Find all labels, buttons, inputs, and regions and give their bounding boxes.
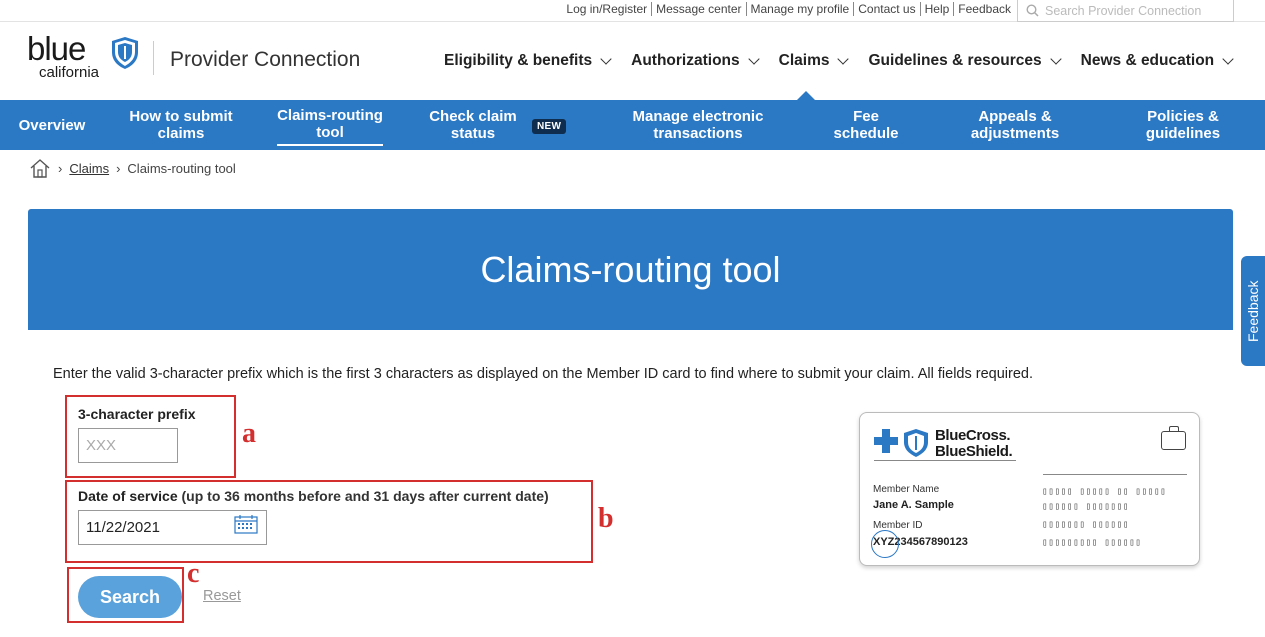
feedback-link[interactable]: Feedback [953, 2, 1015, 16]
reset-link[interactable]: Reset [203, 588, 241, 604]
member-id-label: Member ID [873, 520, 923, 531]
search-button[interactable]: Search [78, 576, 182, 618]
instructions-text: Enter the valid 3-character prefix which… [53, 366, 1033, 382]
nav-label: Guidelines & resources [868, 52, 1042, 69]
subnav-check-claim-status[interactable]: Check claim status [420, 100, 526, 150]
feedback-tab-label: Feedback [1245, 280, 1261, 342]
breadcrumb-claims-link[interactable]: Claims [69, 161, 109, 176]
nav-guidelines-resources[interactable]: Guidelines & resources [868, 52, 1062, 70]
contact-us-link[interactable]: Contact us [853, 2, 919, 16]
subnav-overview[interactable]: Overview [17, 100, 87, 150]
subnav-appeals[interactable]: Appeals & adjustments [955, 100, 1075, 150]
annotation-label-b: b [598, 503, 614, 534]
card-text-line: ▯▯▯▯▯▯▯ ▯▯▯▯▯▯ [1042, 519, 1130, 530]
site-search [1017, 0, 1234, 22]
annotation-label-c: c [187, 558, 200, 589]
nav-label: Eligibility & benefits [444, 52, 593, 69]
utility-links: Log in/Register Message center Manage my… [562, 2, 1015, 16]
calendar-icon[interactable] [234, 514, 258, 534]
card-text-line: ▯▯▯▯▯▯▯▯▯ ▯▯▯▯▯▯ [1042, 537, 1142, 548]
sample-member-id-card: BlueCross. BlueShield. Member Name Jane … [859, 412, 1200, 566]
prefix-label: 3-character prefix [78, 406, 196, 422]
new-badge: NEW [532, 119, 567, 134]
chevron-down-icon [1222, 53, 1234, 65]
nav-claims[interactable]: Claims [778, 52, 850, 70]
subnav-fee-schedule[interactable]: Fee schedule [826, 100, 906, 150]
sub-nav: Overview How to submit claims Claims-rou… [0, 100, 1265, 150]
annotation-label-a: a [242, 418, 256, 449]
breadcrumb: › Claims › Claims-routing tool [29, 158, 236, 178]
chevron-down-icon [747, 53, 760, 65]
blue-shield-california-logo[interactable]: blue california [27, 30, 147, 82]
utility-bar: Log in/Register Message center Manage my… [0, 0, 1265, 22]
subnav-how-to-submit[interactable]: How to submit claims [120, 100, 242, 150]
date-label-text: Date of service [78, 488, 178, 504]
subnav-manage-transactions[interactable]: Manage electronic transactions [622, 100, 774, 150]
site-header: blue california Provider Connection Elig… [0, 23, 1265, 101]
breadcrumb-current: Claims-routing tool [127, 160, 236, 176]
bluecross-blueshield-logo-icon [874, 429, 928, 457]
nav-label: Authorizations [631, 52, 740, 69]
card-brand-line2: BlueShield. [935, 443, 1013, 460]
chevron-right-icon: › [116, 160, 121, 176]
logo-subword: california [39, 64, 100, 81]
card-text-line: ▯▯▯▯▯ ▯▯▯▯▯ ▯▯ ▯▯▯▯▯ [1042, 486, 1167, 497]
chevron-down-icon [1049, 53, 1062, 65]
nav-label: Claims [778, 52, 830, 69]
shield-logo-icon [112, 37, 138, 69]
help-link[interactable]: Help [919, 2, 954, 16]
card-brand: BlueCross. BlueShield. [935, 427, 1013, 460]
briefcase-icon [1161, 426, 1186, 450]
member-name-value: Jane A. Sample [873, 499, 954, 511]
feedback-tab[interactable]: Feedback [1241, 256, 1265, 366]
card-brand-line1: BlueCross. [935, 427, 1011, 444]
page-title: Claims-routing tool [480, 248, 781, 290]
logo-divider [153, 41, 154, 75]
chevron-right-icon: › [58, 160, 63, 176]
prefix-input[interactable] [78, 428, 178, 463]
search-input[interactable] [1045, 3, 1225, 18]
message-center-link[interactable]: Message center [651, 2, 745, 16]
prefix-highlight-circle [871, 530, 899, 558]
chevron-down-icon [600, 53, 612, 65]
card-divider [1043, 474, 1187, 475]
logo-word: blue [27, 30, 86, 67]
brand-title: Provider Connection [170, 48, 361, 71]
card-text-line: ▯▯▯▯▯▯ ▯▯▯▯▯▯▯ [1042, 501, 1130, 512]
date-hint: (up to 36 months before and 31 days afte… [181, 488, 549, 504]
nav-label: News & education [1080, 52, 1215, 69]
nav-authorizations[interactable]: Authorizations [631, 52, 760, 70]
login-link[interactable]: Log in/Register [562, 2, 651, 16]
search-icon[interactable] [1026, 4, 1039, 17]
home-icon[interactable] [29, 158, 51, 178]
nav-news-education[interactable]: News & education [1080, 52, 1234, 70]
manage-profile-link[interactable]: Manage my profile [745, 2, 854, 16]
subnav-claims-routing[interactable]: Claims-routing tool [277, 104, 383, 146]
date-label: Date of service (up to 36 months before … [78, 488, 549, 504]
chevron-down-icon [837, 53, 850, 65]
main-nav: Eligibility & benefits Authorizations Cl… [444, 52, 1253, 70]
page-hero: Claims-routing tool [28, 209, 1233, 330]
member-name-label: Member Name [873, 484, 940, 495]
subnav-policies[interactable]: Policies & guidelines [1133, 100, 1233, 150]
nav-eligibility-benefits[interactable]: Eligibility & benefits [444, 52, 612, 70]
card-divider [874, 460, 1016, 461]
